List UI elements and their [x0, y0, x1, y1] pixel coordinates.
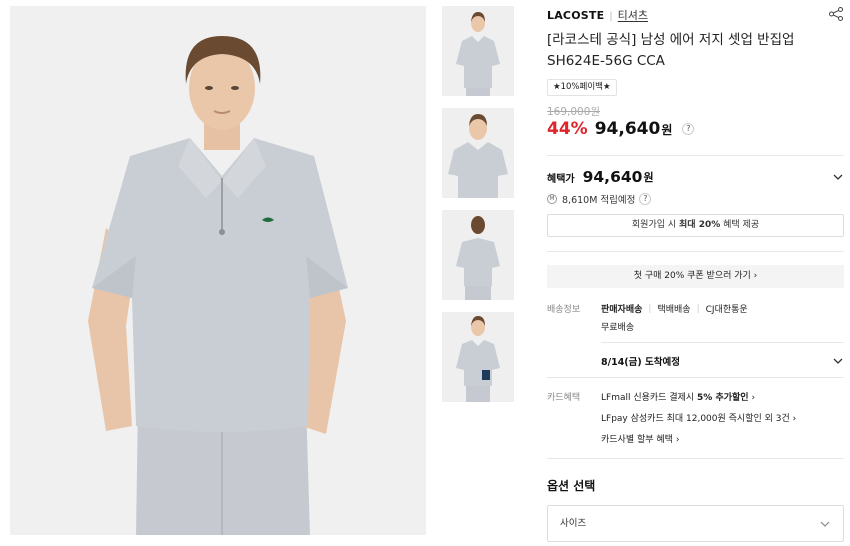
shipping-separator: |: [696, 303, 700, 314]
help-icon[interactable]: ?: [639, 193, 652, 205]
benefit-price-row[interactable]: 혜택가 94,640 원: [547, 167, 844, 187]
benefit-price-currency: 원: [643, 171, 654, 184]
brand-separator: |: [609, 11, 613, 22]
thumbnail-4-image: [442, 312, 514, 402]
sale-price-currency: 원: [661, 122, 673, 137]
category-link[interactable]: 티셔츠: [618, 9, 648, 22]
benefit-price: 94,640: [582, 168, 643, 186]
thumbnail-1[interactable]: [442, 6, 514, 96]
payback-badge: ★10%페이백★: [547, 79, 617, 96]
thumbnail-1-image: [442, 6, 514, 96]
chevron-down-icon: [820, 521, 830, 527]
mileage-icon: M: [547, 194, 557, 204]
thumbnail-4[interactable]: [442, 312, 514, 402]
product-title-line2: SH624E-56G CCA: [547, 53, 665, 69]
product-title: [라코스테 공식] 남성 에어 저지 셋업 반집업 SH624E-56G CCA: [547, 30, 837, 72]
thumbnail-2[interactable]: [442, 108, 514, 198]
card-benefit-label: 카드혜택: [547, 393, 581, 403]
size-select[interactable]: 사이즈: [547, 505, 844, 542]
price-row: 44% 94,640 원 ?: [547, 117, 695, 141]
brand-link[interactable]: LACOSTE: [547, 9, 604, 22]
card-benefit-lfmall-arrow: ›: [748, 393, 756, 403]
model-photo: [10, 6, 426, 535]
arrival-estimate-row[interactable]: 8/14(금) 도착예정: [601, 354, 844, 368]
thumbnail-list: [442, 6, 514, 414]
member-signup-banner[interactable]: 회원가입 시 최대 20% 혜택 제공: [547, 214, 844, 237]
points-row: M 8,610M 적립예정 ?: [547, 192, 652, 206]
divider: [547, 155, 844, 156]
shipping-carrier: CJ대한통운: [705, 305, 748, 315]
thumbnail-3-image: [442, 210, 514, 300]
points-text: 8,610M 적립예정: [562, 195, 636, 206]
sale-price: 94,640: [594, 119, 661, 139]
size-select-placeholder: 사이즈: [560, 518, 587, 529]
thumbnail-2-image: [442, 108, 514, 198]
shipping-method: 택배배송: [657, 305, 691, 315]
share-icon[interactable]: [828, 6, 844, 22]
card-installment-link[interactable]: 카드사별 할부 혜택 ›: [601, 432, 679, 445]
arrival-estimate: 8/14(금) 도착예정: [601, 357, 680, 368]
divider: [547, 377, 844, 378]
chevron-down-icon[interactable]: [832, 171, 844, 183]
card-benefit-lfmall-strong: 5% 추가할인: [697, 393, 749, 403]
shipping-info: 판매자배송 | 택배배송 | CJ대한통운: [601, 302, 748, 316]
benefit-label: 혜택가: [547, 173, 575, 185]
shipping-seller: 판매자배송: [601, 305, 643, 315]
card-benefit-lfmall[interactable]: LFmall 신용카드 결제시 5% 추가할인 ›: [601, 390, 755, 403]
option-section-title: 옵션 선택: [547, 479, 596, 493]
member-banner-suffix: 혜택 제공: [720, 220, 760, 230]
thumbnail-3[interactable]: [442, 210, 514, 300]
main-product-image: [10, 6, 426, 535]
shipping-fee: 무료배송: [601, 323, 635, 333]
help-icon[interactable]: ?: [682, 123, 695, 135]
first-purchase-coupon-button[interactable]: 첫 구매 20% 쿠폰 받으러 가기 ›: [547, 265, 844, 288]
divider: [547, 251, 844, 252]
divider: [547, 458, 844, 459]
member-banner-prefix: 회원가입 시: [631, 220, 680, 230]
divider: [601, 342, 844, 343]
card-benefit-lfmall-prefix: LFmall 신용카드 결제시: [601, 393, 698, 403]
chevron-down-icon[interactable]: [832, 355, 844, 367]
discount-rate: 44%: [547, 119, 588, 139]
card-benefit-lfpay[interactable]: LFpay 삼성카드 최대 12,000원 즉시할인 외 3건 ›: [601, 411, 796, 424]
product-title-line1: [라코스테 공식] 남성 에어 저지 셋업 반집업: [547, 32, 795, 48]
member-banner-strong: 최대 20%: [679, 220, 721, 230]
shipping-separator: |: [648, 303, 652, 314]
brand-row: LACOSTE | 티셔츠: [547, 7, 844, 23]
shipping-label: 배송정보: [547, 305, 581, 315]
